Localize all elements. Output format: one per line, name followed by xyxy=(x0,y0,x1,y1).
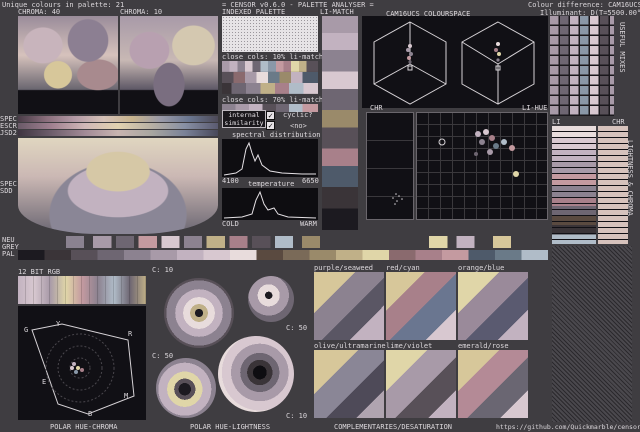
chroma-10-label: CHROMA: 10 xyxy=(120,8,163,16)
lightness-chroma-label: LIGHTNESS & CHROMA xyxy=(626,140,634,216)
chr-points xyxy=(392,193,403,205)
colour-difference-label: Colour difference: CAM16UCS xyxy=(528,1,640,9)
polar-hue-chroma-caption: POLAR HUE-CHROMA xyxy=(50,423,118,431)
bit-rgb-label: 12 BIT RGB xyxy=(18,268,61,276)
lime-violet-label: lime/violet xyxy=(386,342,433,350)
olive-ultramarine-map xyxy=(314,350,384,418)
chr-label: CHR xyxy=(370,104,383,112)
cyclic-label: cyclic? xyxy=(283,111,313,119)
polar-lightness-c50-medium xyxy=(156,358,216,418)
spectral-distribution-label: spectral distribution xyxy=(232,131,321,139)
emerald-rose-map xyxy=(458,350,528,418)
hatched-gutter xyxy=(552,246,632,422)
red-cyan-map xyxy=(386,272,456,340)
c50a-label: C: 50 xyxy=(286,324,308,332)
chr2-label: CHR xyxy=(612,118,625,126)
polar-lightness-c10-large xyxy=(164,278,234,348)
neutral-swatches xyxy=(66,236,520,248)
chroma-bars xyxy=(598,126,628,244)
spectral-high-label: 6650 xyxy=(302,177,319,185)
wheel-label-g: G xyxy=(24,326,29,334)
internal-similarity-text: internal similarity xyxy=(224,111,264,127)
close-cols-70-label: close cols: 70% li-match xyxy=(222,96,324,104)
temperature-label: temperature xyxy=(248,180,295,188)
polar-hue-chroma-wheel xyxy=(31,323,135,415)
polar-hue-lightness-caption: POLAR HUE-LIGHTNESS xyxy=(190,423,271,431)
internal-similarity-checkbox[interactable]: ✓ xyxy=(266,111,275,120)
pal-label: PAL xyxy=(2,250,15,258)
spectral-bowl-map xyxy=(18,138,218,234)
wheel-label-r: R xyxy=(128,330,133,338)
lime-violet-map xyxy=(386,350,456,418)
red-cyan-label: red/cyan xyxy=(386,264,420,272)
temperature-graph xyxy=(222,188,318,220)
cyclic-value[interactable]: <no> xyxy=(290,122,307,130)
polar-lightness-c50-small xyxy=(248,276,294,322)
orange-blue-label: orange/blue xyxy=(458,264,505,272)
sdd-label: SDD xyxy=(0,187,13,195)
useful-mixes-label: USEFUL MIXES xyxy=(618,22,626,73)
li-hue-points xyxy=(438,129,519,177)
li-label: LI xyxy=(552,118,561,126)
cold-label: COLD xyxy=(222,220,239,228)
wheel-label-m: M xyxy=(124,392,129,400)
li-match-label: LI-MATCH xyxy=(320,8,354,16)
wheel-label-e: E xyxy=(42,378,47,386)
wheel-label-b: B xyxy=(88,410,93,418)
spec-band xyxy=(18,116,218,122)
indexed-palette-label: INDEXED PALETTE xyxy=(222,8,286,16)
warm-label: WARM xyxy=(300,220,317,228)
chroma-40-map xyxy=(18,16,118,114)
complementaries-caption: COMPLEMENTARIES/DESATURATION xyxy=(334,423,453,431)
li-hue-label: LI-HUE xyxy=(522,104,548,112)
github-link[interactable]: https://github.com/Quickmarble/censor xyxy=(496,423,640,431)
emerald-rose-label: emerald/rose xyxy=(458,342,509,350)
orange-blue-map xyxy=(458,272,528,340)
cam16ucs-cube-left xyxy=(373,21,447,105)
cam16ucs-cube-right xyxy=(461,21,535,105)
useful-mixes-grid xyxy=(550,16,614,116)
wheel-label-y: Y xyxy=(56,320,61,328)
palette-strip xyxy=(18,250,548,260)
purple-seaweed-map xyxy=(314,272,384,340)
cyclic-checkbox[interactable]: ✓ xyxy=(266,121,275,130)
chroma-10-map xyxy=(120,16,218,114)
li-match-strip xyxy=(322,16,358,230)
c10b-label: C: 10 xyxy=(286,412,308,420)
lightness-bars xyxy=(552,126,596,244)
indexed-palette-grid xyxy=(222,16,318,52)
spectral-low-label: 4100 xyxy=(222,177,239,185)
c50b-label: C: 50 xyxy=(152,352,174,360)
olive-ultramarine-label: olive/ultramarine xyxy=(314,342,386,350)
polar-lightness-c10-xlarge xyxy=(218,336,294,412)
bit-rgb-swatches xyxy=(18,276,146,304)
jsd2-label: JSD2 xyxy=(0,129,17,137)
jsd2-band xyxy=(18,130,218,136)
c10a-label: C: 10 xyxy=(152,266,174,274)
close-cols-10-label: close cols: 10% li-match xyxy=(222,53,324,61)
internal-similarity-button[interactable]: internal similarity xyxy=(222,110,266,128)
chroma-40-label: CHROMA: 40 xyxy=(18,8,61,16)
close-cols-10-swatches xyxy=(222,61,318,94)
purple-seaweed-label: purple/seaweed xyxy=(314,264,374,272)
spectral-distribution-graph xyxy=(222,139,318,177)
escr-band xyxy=(18,123,218,129)
